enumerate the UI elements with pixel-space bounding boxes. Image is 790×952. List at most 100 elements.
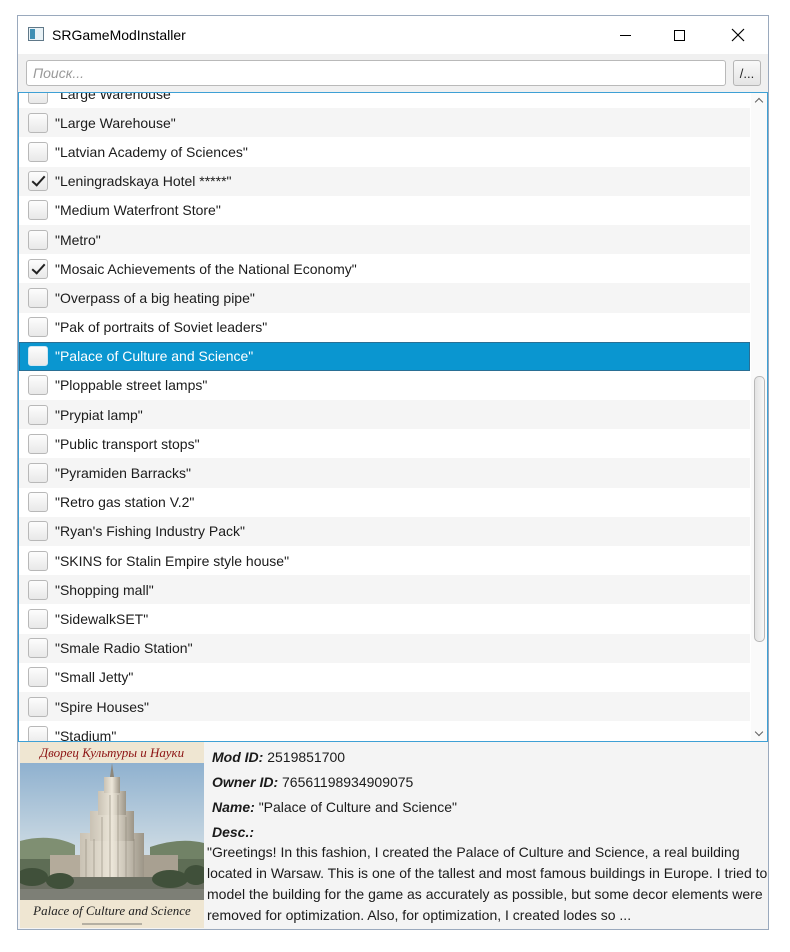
mod-checkbox[interactable] (28, 375, 48, 396)
mod-checkbox[interactable] (28, 200, 48, 221)
scroll-down-button[interactable] (751, 727, 767, 741)
mod-list-panel: "Large Warehouse" "Large Warehouse" "Latvi… (18, 92, 768, 742)
maximize-button[interactable] (656, 16, 702, 54)
ornament-divider (82, 923, 142, 925)
mod-checkbox[interactable] (28, 521, 48, 542)
mod-name-label: "Palace of Culture and Science" (55, 348, 254, 365)
mod-name-label: "Small Jetty" (55, 669, 134, 686)
browse-folder-button[interactable]: /... (733, 60, 761, 86)
mod-list-item[interactable]: "Metro" (19, 224, 750, 255)
mod-name-label: "Stadium" (55, 727, 117, 742)
close-icon (731, 28, 745, 42)
mod-checkbox[interactable] (28, 141, 48, 162)
mod-id-value: 2519851700 (267, 749, 346, 765)
mod-list-item[interactable]: "Prypiat lamp" (19, 400, 750, 430)
mod-checkbox[interactable] (28, 433, 48, 454)
maximize-icon (673, 29, 685, 41)
mod-checkbox[interactable] (28, 93, 48, 104)
mod-name-label: "Prypiat lamp" (55, 406, 143, 423)
mod-name-label: "Latvian Academy of Sciences" (55, 143, 248, 160)
mod-checkbox[interactable] (28, 550, 48, 571)
mod-list-item[interactable]: "Large Warehouse" (19, 108, 750, 138)
mod-name-label: "SKINS for Stalin Empire style house" (55, 552, 290, 569)
mod-list-item[interactable]: "SidewalkSET" (19, 604, 750, 634)
mod-checkbox[interactable] (28, 463, 48, 484)
mod-name-label: "Spire Houses" (55, 698, 149, 715)
title-bar[interactable]: SRGameModInstaller (18, 16, 768, 54)
mod-name-label: "SidewalkSET" (55, 610, 149, 627)
owner-id-label: Owner ID: (212, 774, 279, 790)
name-label: Name: (212, 799, 255, 815)
minimize-button[interactable] (602, 16, 648, 54)
mod-list-item[interactable]: "SKINS for Stalin Empire style house" (19, 546, 750, 576)
mod-list[interactable]: "Large Warehouse" "Large Warehouse" "Latvi… (19, 92, 750, 742)
mod-name-label: "Pyramiden Barracks" (55, 465, 191, 482)
mod-list-item[interactable]: "Overpass of a big heating pipe" (19, 283, 750, 313)
mod-name-label: "Ryan's Fishing Industry Pack" (55, 523, 246, 540)
preview-caption-top: Дворец Культуры и Науки (20, 742, 204, 763)
mod-checkbox[interactable] (28, 579, 48, 600)
mod-checkbox[interactable] (28, 638, 48, 659)
mod-checkbox[interactable] (28, 696, 48, 717)
mod-checkbox[interactable] (28, 171, 48, 192)
minimize-icon (619, 34, 631, 36)
mod-checkbox[interactable] (28, 229, 48, 250)
mod-checkbox[interactable] (28, 404, 48, 425)
mod-list-item[interactable]: "Latvian Academy of Sciences" (19, 137, 750, 167)
mod-list-item[interactable]: "Pak of portraits of Soviet leaders" (19, 312, 750, 342)
mod-list-item[interactable]: "Leningradskaya Hotel *****" (19, 166, 750, 196)
mod-name-label: "Large Warehouse" (55, 92, 176, 102)
mod-checkbox[interactable] (28, 667, 48, 688)
mod-name-label: "Retro gas station V.2" (55, 494, 195, 511)
mod-name-label: "Overpass of a big heating pipe" (55, 289, 255, 306)
window-title: SRGameModInstaller (52, 27, 186, 43)
name-row: Name: "Palace of Culture and Science" (212, 796, 767, 821)
mod-name-label: "Large Warehouse" (55, 114, 176, 131)
mod-checkbox[interactable] (28, 492, 48, 513)
search-input[interactable] (26, 60, 726, 86)
mod-checkbox[interactable] (28, 608, 48, 629)
owner-id-row: Owner ID: 76561198934909075 (212, 771, 767, 796)
vertical-scrollbar[interactable] (751, 93, 767, 741)
mod-name-label: "Metro" (55, 231, 101, 248)
mod-list-item[interactable]: "Retro gas station V.2" (19, 487, 750, 517)
search-bar: /... (18, 54, 768, 92)
palace-photo (20, 763, 204, 901)
mod-list-item[interactable]: "Public transport stops" (19, 429, 750, 459)
mod-list-item[interactable]: "Ryan's Fishing Industry Pack" (19, 516, 750, 546)
mod-list-item[interactable]: "Mosaic Achievements of the National Eco… (19, 254, 750, 284)
mod-checkbox[interactable] (28, 725, 48, 741)
mod-list-item[interactable]: "Shopping mall" (19, 575, 750, 605)
mod-list-item[interactable]: "Small Jetty" (19, 662, 750, 692)
mod-list-item[interactable]: "Palace of Culture and Science" (19, 341, 750, 371)
mod-name-label: "Pak of portraits of Soviet leaders" (55, 319, 268, 336)
mod-list-item[interactable]: "Medium Waterfront Store" (19, 195, 750, 225)
mod-list-item[interactable]: "Stadium" (19, 721, 750, 742)
mod-list-item[interactable]: "Large Warehouse" (19, 92, 750, 109)
mod-name-label: "Public transport stops" (55, 435, 200, 452)
mod-list-item[interactable]: "Spire Houses" (19, 691, 750, 722)
mod-id-row: Mod ID: 2519851700 (212, 746, 767, 771)
mod-list-item[interactable]: "Smale Radio Station" (19, 633, 750, 663)
mod-name-label: "Smale Radio Station" (55, 640, 193, 657)
mod-name-label: "Ploppable street lamps" (55, 377, 208, 394)
mod-list-item[interactable]: "Pyramiden Barracks" (19, 458, 750, 488)
app-icon (28, 27, 44, 41)
scroll-up-button[interactable] (751, 93, 767, 107)
close-button[interactable] (715, 16, 761, 54)
mod-checkbox[interactable] (28, 287, 48, 308)
owner-id-value: 76561198934909075 (282, 774, 414, 790)
mod-preview-image: Дворец Культуры и Науки Palace of Cultur… (20, 742, 204, 928)
app-window: SRGameModInstaller /... "Large Warehouse… (17, 15, 769, 930)
mod-checkbox[interactable] (28, 346, 48, 367)
mod-name-label: "Medium Waterfront Store" (55, 202, 221, 219)
mod-checkbox[interactable] (28, 317, 48, 338)
mod-list-item[interactable]: "Ploppable street lamps" (19, 370, 750, 401)
desc-label: Desc.: (212, 824, 255, 840)
mod-metadata: Mod ID: 2519851700 Owner ID: 76561198934… (212, 746, 767, 846)
scroll-thumb[interactable] (754, 376, 765, 642)
mod-name-label: "Mosaic Achievements of the National Eco… (55, 260, 357, 277)
mod-checkbox[interactable] (28, 112, 48, 133)
mod-id-label: Mod ID: (212, 749, 264, 765)
mod-checkbox[interactable] (28, 258, 48, 279)
